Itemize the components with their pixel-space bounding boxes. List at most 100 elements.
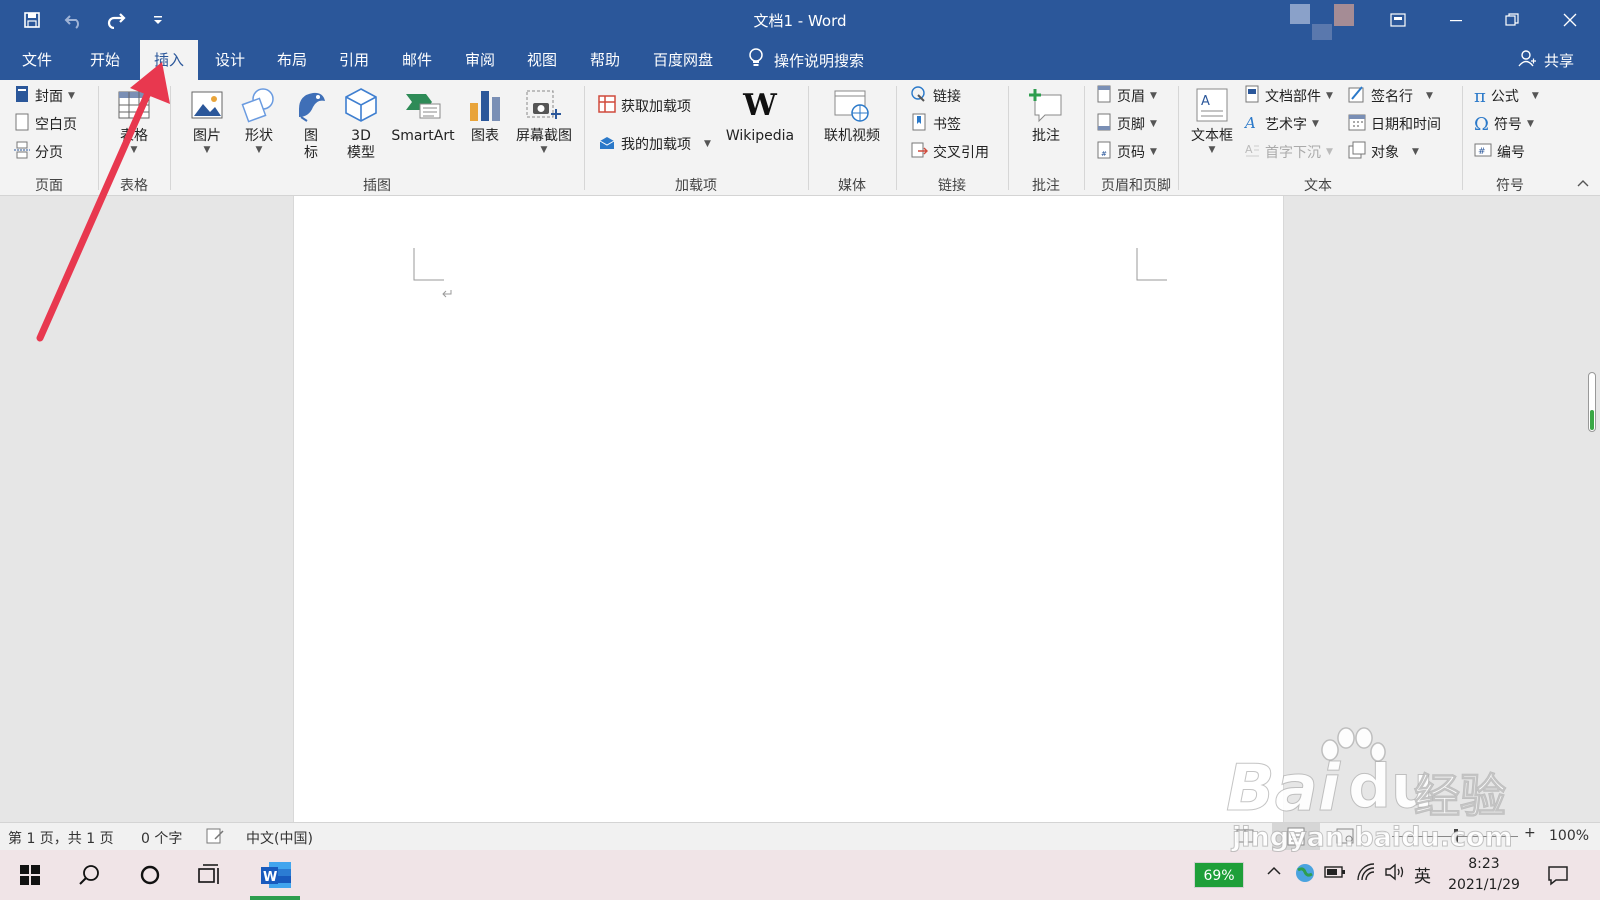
svg-text:A: A [1201, 94, 1210, 109]
wikipedia-button[interactable]: W Wikipedia [722, 86, 798, 145]
quick-parts-button[interactable]: 文档部件 ▼ [1244, 84, 1333, 108]
tab-file[interactable]: 文件 [14, 40, 60, 80]
ribbon-display-options-icon[interactable] [1384, 6, 1412, 34]
battery-indicator[interactable]: 69% [1194, 862, 1244, 888]
quick-parts-label: 文档部件 [1265, 89, 1321, 105]
tab-references[interactable]: 引用 [331, 40, 377, 80]
symbol-label: 符号 [1493, 117, 1522, 133]
tab-home[interactable]: 开始 [82, 40, 128, 80]
scrollbar-thumb[interactable] [1590, 410, 1594, 430]
comment-icon [1027, 86, 1065, 124]
equation-button[interactable]: π 公式 ▼ [1474, 84, 1539, 108]
tab-insert[interactable]: 插入 [140, 40, 198, 80]
account-pattern-tile [1290, 4, 1310, 24]
wordart-label: 艺术字 [1265, 117, 1307, 133]
restore-icon[interactable] [1498, 6, 1526, 34]
drop-cap-button[interactable]: A 首字下沉 ▼ [1244, 140, 1333, 164]
wifi-icon[interactable] [1356, 862, 1376, 886]
word-count[interactable]: 0 个字 [141, 828, 182, 848]
search-icon[interactable] [72, 858, 108, 892]
zoom-level[interactable]: 100% [1549, 828, 1589, 844]
document-page[interactable] [293, 196, 1284, 822]
title-bar: 文档1 - Word [0, 0, 1600, 40]
picture-button[interactable]: 图片 ▼ [184, 86, 230, 155]
globe-icon[interactable] [1294, 862, 1316, 888]
clock-time: 8:23 [1468, 856, 1500, 872]
page-number-icon: # [1096, 141, 1112, 163]
tab-review[interactable]: 审阅 [457, 40, 503, 80]
link-button[interactable]: 链接 [910, 84, 961, 108]
battery-icon[interactable] [1324, 865, 1346, 883]
show-hidden-icons[interactable] [1266, 864, 1282, 882]
group-label-illustrations: 插图 [363, 178, 391, 194]
baidu-paw-icon [1321, 727, 1386, 762]
tab-view[interactable]: 视图 [519, 40, 565, 80]
chart-icon [466, 86, 504, 124]
input-method-indicator[interactable]: 英 [1414, 862, 1431, 887]
wordart-button[interactable]: A 艺术字 ▼ [1243, 112, 1319, 136]
object-button[interactable]: 对象 ▼ [1348, 140, 1419, 164]
tab-help[interactable]: 帮助 [582, 40, 628, 80]
close-icon[interactable] [1556, 6, 1584, 34]
icons-button[interactable]: 图标 [290, 86, 332, 162]
page-count[interactable]: 第 1 页，共 1 页 [8, 828, 114, 848]
volume-icon[interactable] [1384, 862, 1406, 886]
collapse-ribbon-icon[interactable] [1576, 176, 1592, 192]
tell-me-search[interactable]: 操作说明搜索 [748, 40, 864, 80]
header-button[interactable]: 页眉 ▼ [1096, 84, 1157, 108]
share-button[interactable]: 共享 [1518, 40, 1574, 80]
cover-page-label: 封面 [35, 89, 63, 105]
system-clock[interactable]: 8:23 2021/1/29 [1444, 854, 1524, 896]
language-indicator[interactable]: 中文(中国) [246, 828, 313, 848]
notification-center-icon[interactable] [1540, 858, 1576, 892]
minimize-icon[interactable] [1442, 6, 1470, 34]
windows-start-icon[interactable] [12, 858, 48, 892]
share-label: 共享 [1543, 51, 1574, 70]
online-video-button[interactable]: 联机视频 [818, 86, 886, 145]
pi-icon: π [1474, 85, 1486, 107]
cross-reference-button[interactable]: 交叉引用 [910, 140, 989, 164]
cortana-icon[interactable] [132, 858, 168, 892]
zoom-in-button[interactable]: + [1524, 825, 1536, 841]
task-view-icon[interactable] [192, 858, 228, 892]
proofing-icon[interactable] [206, 827, 224, 849]
page-break-button[interactable]: 分页 [14, 140, 63, 164]
bookmark-button[interactable]: 书签 [910, 112, 961, 136]
screenshot-button[interactable]: 屏幕截图 ▼ [512, 86, 576, 155]
date-time-button[interactable]: 日期和时间 [1348, 112, 1441, 136]
tab-mailings[interactable]: 邮件 [394, 40, 440, 80]
clock-date: 2021/1/29 [1448, 877, 1520, 893]
vertical-scrollbar[interactable] [1588, 372, 1596, 432]
page-number-button[interactable]: # 页码 ▼ [1096, 140, 1157, 164]
group-label-header-footer: 页眉和页脚 [1101, 178, 1171, 194]
numbering-button[interactable]: # 编号 [1474, 140, 1525, 164]
3d-models-button[interactable]: 3D 模型 [338, 86, 384, 162]
window-title: 文档1 - Word [753, 12, 847, 30]
object-icon [1348, 141, 1366, 163]
smartart-button[interactable]: SmartArt [388, 86, 458, 145]
icons-label-line-2: 标 [304, 145, 318, 161]
word-taskbar-icon[interactable]: W [254, 858, 298, 892]
smartart-label: SmartArt [391, 128, 455, 144]
blank-page-button[interactable]: 空白页 [14, 112, 77, 136]
footer-button[interactable]: 页脚 ▼ [1096, 112, 1157, 136]
active-app-indicator [250, 896, 300, 900]
table-button[interactable]: 表格 ▼ [108, 86, 160, 155]
dropdown-arrow-icon: ▼ [1312, 119, 1319, 129]
shapes-button[interactable]: 形状 ▼ [236, 86, 282, 155]
new-comment-button[interactable]: 批注 [1020, 86, 1072, 145]
my-addins-button[interactable]: 我的加载项 ▼ [598, 132, 711, 156]
symbol-button[interactable]: Ω 符号 ▼ [1474, 112, 1534, 136]
ribbon-tab-bar: 文件 开始 插入 设计 布局 引用 邮件 审阅 视图 帮助 百度网盘 操作说明搜… [0, 40, 1600, 80]
tab-layout[interactable]: 布局 [269, 40, 315, 80]
cover-page-button[interactable]: 封面 ▼ [14, 84, 75, 108]
textbox-button[interactable]: A 文本框 ▼ [1186, 86, 1238, 155]
drop-cap-label: 首字下沉 [1265, 145, 1321, 161]
tab-design[interactable]: 设计 [207, 40, 253, 80]
tab-baidu-netdisk[interactable]: 百度网盘 [647, 40, 719, 80]
get-addins-button[interactable]: 获取加载项 [598, 94, 691, 118]
chart-button[interactable]: 图表 [462, 86, 508, 145]
dropdown-arrow-icon: ▼ [1150, 119, 1157, 129]
signature-line-button[interactable]: 签名行 ▼ [1348, 84, 1433, 108]
dropdown-arrow-icon: ▼ [1412, 147, 1419, 157]
